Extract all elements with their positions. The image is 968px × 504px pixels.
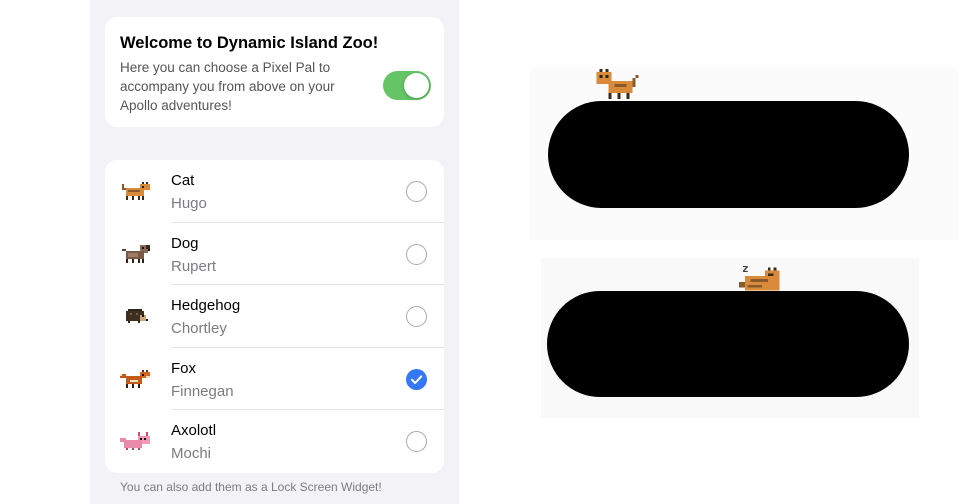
pal-species: Hedgehog bbox=[171, 297, 241, 315]
checkmark-icon bbox=[411, 375, 423, 384]
pal-row-cat[interactable]: Cat Hugo bbox=[105, 160, 444, 223]
sleeping-cat-on-island-icon bbox=[739, 267, 780, 291]
fox-sprite-icon bbox=[120, 369, 150, 388]
axolotl-sprite-icon bbox=[120, 432, 150, 451]
pal-radio-axolotl[interactable] bbox=[406, 431, 427, 453]
cat-sprite-icon bbox=[122, 182, 150, 200]
pal-radio-fox[interactable] bbox=[406, 368, 427, 390]
pal-row-fox[interactable]: Fox Finnegan bbox=[105, 348, 444, 411]
pal-row-dog[interactable]: Dog Rupert bbox=[105, 223, 444, 286]
pal-species: Cat bbox=[171, 172, 195, 189]
welcome-card: Welcome to Dynamic Island Zoo! Here you … bbox=[105, 17, 444, 127]
hedgehog-sprite-icon bbox=[126, 309, 148, 324]
cat-on-island-icon bbox=[596, 69, 639, 99]
pal-radio-cat[interactable] bbox=[406, 181, 427, 202]
welcome-title: Welcome to Dynamic Island Zoo! bbox=[120, 34, 379, 52]
dynamic-island bbox=[548, 101, 909, 208]
toggle-knob bbox=[404, 73, 429, 98]
dynamic-island-preview-awake bbox=[530, 66, 958, 240]
pal-name: Rupert bbox=[171, 257, 217, 275]
pal-radio-hedgehog[interactable] bbox=[406, 306, 427, 328]
settings-pane: Welcome to Dynamic Island Zoo! Here you … bbox=[90, 0, 459, 504]
pal-species: Axolotl bbox=[171, 422, 217, 440]
footer-note: You can also add them as a Lock Screen W… bbox=[120, 480, 382, 494]
pal-name: Hugo bbox=[171, 195, 207, 212]
pal-name: Chortley bbox=[171, 320, 227, 338]
pal-species: Dog bbox=[171, 234, 199, 252]
pal-name: Mochi bbox=[171, 445, 212, 463]
enable-zoo-toggle[interactable] bbox=[383, 71, 431, 100]
dynamic-island-preview-sleeping: z bbox=[541, 258, 919, 418]
pal-species: Fox bbox=[171, 359, 197, 377]
pal-row-axolotl[interactable]: Axolotl Mochi bbox=[105, 410, 444, 473]
pixel-pal-list: Cat Hugo Dog Rupert Hedgehog Chortley Fo… bbox=[105, 160, 444, 473]
dynamic-island bbox=[547, 291, 909, 397]
pal-row-hedgehog[interactable]: Hedgehog Chortley bbox=[105, 285, 444, 348]
dog-sprite-icon bbox=[122, 244, 150, 263]
pal-radio-dog[interactable] bbox=[406, 243, 427, 265]
pal-name: Finnegan bbox=[171, 382, 234, 400]
welcome-description: Here you can choose a Pixel Pal to accom… bbox=[120, 60, 335, 113]
